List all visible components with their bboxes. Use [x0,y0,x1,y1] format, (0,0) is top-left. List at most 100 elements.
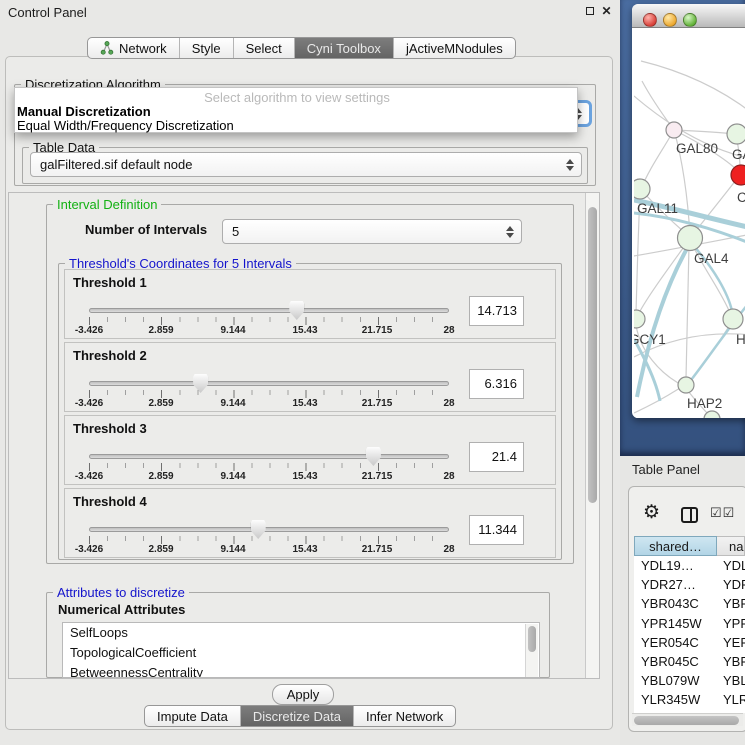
popup-option-manual-discretization[interactable]: Manual Discretization [15,105,577,119]
network-node[interactable] [678,226,703,251]
network-canvas[interactable]: GAL80GACGAL11GAL4GCY1HHAP2 [634,29,745,418]
scale-tick-label: 28 [443,471,454,482]
node-label: HAP2 [687,396,722,411]
attribute-item[interactable]: SelfLoops [63,623,539,643]
scrollbar-thumb[interactable] [588,207,597,503]
column-header-name[interactable]: na [717,536,745,556]
scale-tick-label: 2.859 [148,471,173,482]
threshold-4-value[interactable]: 11.344 [469,515,524,545]
scale-tick-label: 21.715 [362,544,393,555]
table-rows: YDL19…YDL1YDR27…YDR2YBR043CYBR0YPR145WYP… [634,556,745,713]
numerical-attributes-list[interactable]: SelfLoopsTopologicalCoefficientBetweenne… [62,622,540,678]
threshold-4-slider-track[interactable] [89,527,449,532]
network-node[interactable] [678,377,694,393]
bottom-tab-bar: Impute Data Discretize Data Infer Networ… [144,705,456,727]
table-row[interactable]: YLR345WYLR3 [634,690,745,709]
threshold-3-panel: Threshold 3 -3.4262.8599.14415.4321.7152… [64,415,556,485]
tab-discretize-data[interactable]: Discretize Data [241,706,354,726]
node-table: shared… na YDL19…YDL1YDR27…YDR2YBR043CYB… [634,536,745,714]
interval-definition-title: Interval Definition [53,197,161,212]
minimize-traffic-light-icon[interactable] [663,13,677,27]
table-row[interactable]: YBR045CYBR0 [634,652,745,671]
scale-tick-label: 9.144 [220,544,245,555]
popup-option-equal-width-frequency[interactable]: Equal Width/Frequency Discretization [15,119,577,133]
slider-scale-labels: -3.4262.8599.14415.4321.71528 [65,325,557,337]
checkboxes-icon[interactable]: ☑☑ [710,505,735,521]
float-window-icon[interactable] [583,5,596,18]
numerical-attributes-label: Numerical Attributes [58,602,185,617]
tab-cyni-toolbox[interactable]: Cyni Toolbox [295,38,394,58]
scale-tick-label: 21.715 [362,471,393,482]
apply-button[interactable]: Apply [272,684,334,705]
tab-network[interactable]: Network [88,38,180,58]
close-traffic-light-icon[interactable] [643,13,657,27]
threshold-2-slider-track[interactable] [89,381,449,386]
attribute-item[interactable]: BetweennessCentrality [63,663,539,678]
scale-tick-label: 9.144 [220,471,245,482]
slider-ticks [89,390,450,398]
network-graph: GAL80GACGAL11GAL4GCY1HHAP2 [634,29,745,418]
node-label: GAL80 [676,141,718,156]
scale-tick-label: -3.426 [75,544,103,555]
threshold-3-value[interactable]: 21.4 [469,442,524,472]
scale-tick-label: 28 [443,398,454,409]
combo-arrows-icon [566,159,574,171]
table-row[interactable]: YDR27…YDR2 [634,575,745,594]
number-of-intervals-value: 5 [232,224,239,239]
network-window-titlebar[interactable] [632,4,745,28]
scale-tick-label: 2.859 [148,544,173,555]
close-icon[interactable]: ✕ [600,5,613,18]
scale-tick-label: 15.43 [292,544,317,555]
tab-select-label: Select [246,38,282,59]
combo-arrows-icon [506,226,514,238]
tab-style[interactable]: Style [180,38,234,58]
threshold-2-panel: Threshold 2 -3.4262.8599.14415.4321.7152… [64,342,556,412]
table-row[interactable]: YER054CYER0 [634,633,745,652]
columns-icon[interactable] [681,507,698,523]
slider-ticks [89,463,450,471]
table-row[interactable]: YBL079WYBL0 [634,671,745,690]
panel-title: Control Panel [8,5,87,20]
network-view-window[interactable]: GAL80GACGAL11GAL4GCY1HHAP2 [632,4,745,418]
table-row[interactable]: YDL19…YDL1 [634,556,745,575]
scrollbar-thumb[interactable] [634,716,739,725]
tab-jactivemnodules[interactable]: jActiveMNodules [394,38,515,58]
table-row[interactable]: YPR145WYPR1 [634,614,745,633]
node-label: H [736,332,745,347]
number-of-intervals-combobox[interactable]: 5 [222,219,522,244]
network-node[interactable] [634,179,650,199]
threshold-2-value[interactable]: 6.316 [469,369,524,399]
threshold-2-label: Threshold 2 [73,348,147,363]
tab-infer-network[interactable]: Infer Network [354,706,455,726]
zoom-traffic-light-icon[interactable] [683,13,697,27]
threshold-1-value[interactable]: 14.713 [469,296,524,326]
threshold-3-slider-track[interactable] [89,454,449,459]
scale-tick-label: 28 [443,544,454,555]
column-header-shared[interactable]: shared… [634,536,717,556]
table-header-row: shared… na [634,536,745,556]
network-node[interactable] [731,165,745,185]
tab-network-label: Network [119,38,167,59]
node-label: C [737,190,745,205]
number-of-intervals-label: Number of Intervals [85,222,207,237]
table-horizontal-scrollbar[interactable] [632,713,743,726]
tab-infer-network-label: Infer Network [366,706,443,727]
network-node[interactable] [634,310,645,328]
network-node[interactable] [723,309,743,329]
gear-icon[interactable]: ⚙ [643,503,660,522]
attributes-scrollbar[interactable] [525,624,538,678]
scrollbar-thumb[interactable] [528,626,536,652]
scale-tick-label: 15.43 [292,325,317,336]
tab-impute-data[interactable]: Impute Data [145,706,241,726]
network-node[interactable] [666,122,682,138]
slider-scale-labels: -3.426 2.859 9.144 15.43 21.715 28 [65,544,557,556]
table-data-combobox[interactable]: galFiltered.sif default node [30,152,582,177]
threshold-1-slider-track[interactable] [89,308,449,313]
tab-select[interactable]: Select [234,38,295,58]
settings-vertical-scrollbar[interactable] [585,193,599,678]
attribute-item[interactable]: TopologicalCoefficient [63,643,539,663]
threshold-1-label: Threshold 1 [73,275,147,290]
top-tab-bar: Network Style Select Cyni Toolbox jActiv… [87,37,516,59]
network-node[interactable] [727,124,745,144]
table-row[interactable]: YBR043CYBR0 [634,594,745,613]
